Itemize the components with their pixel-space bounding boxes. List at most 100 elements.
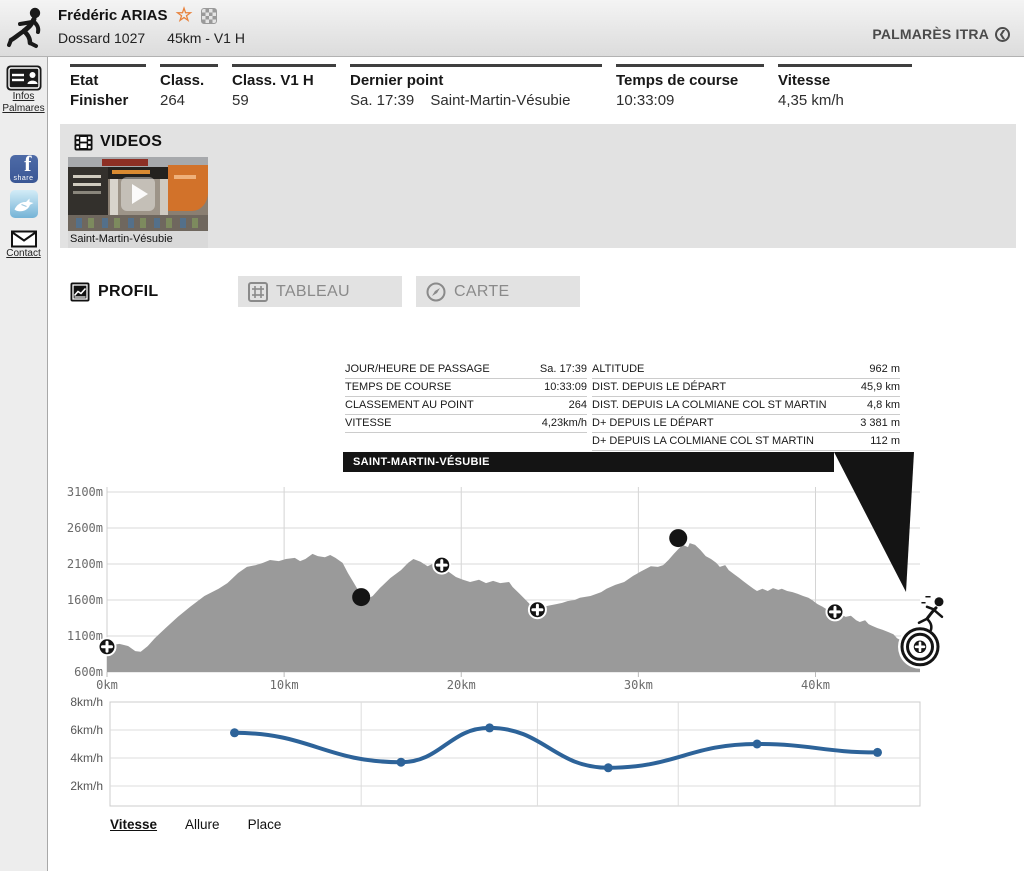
speed-point-marker[interactable] [753, 740, 762, 749]
table-row: D+ DEPUIS LE DÉPART3 381 m [592, 415, 900, 433]
stat-etat-value: Finisher [70, 92, 146, 109]
tab-profil[interactable]: PROFIL [60, 276, 224, 307]
stat-temps-value: 10:33:09 [616, 92, 764, 109]
elevation-ytick-label: 2600m [67, 521, 103, 535]
table-row: CLASSEMENT AU POINT264 [345, 397, 587, 415]
metric-link-allure[interactable]: Allure [185, 817, 220, 832]
speed-ytick-label: 2km/h [70, 779, 103, 793]
speed-point-marker[interactable] [485, 723, 494, 732]
sidebar-item-contact[interactable]: Contact [6, 248, 40, 260]
checkpoint-cross-marker[interactable] [826, 603, 843, 620]
facebook-share-button[interactable]: f share [10, 155, 38, 183]
distance-xtick-label: 0km [96, 678, 118, 692]
elevation-chart[interactable]: 3100m 2600m 2100m 1600m 1100m 600m0km 10km 20km… [0, 445, 1024, 695]
checkpoint-cross-marker[interactable] [433, 557, 450, 574]
checkpoint-dot-marker[interactable] [352, 588, 370, 606]
speed-point-marker[interactable] [230, 728, 239, 737]
table-row: JOUR/HEURE DE PASSAGESa. 17:39 [345, 361, 587, 379]
page: Frédéric ARIAS ☆ Dossard 1027 45km - V1 … [0, 0, 1024, 871]
runner-position-icon [919, 597, 944, 630]
film-icon [74, 134, 93, 151]
distance-xtick-label: 40km [801, 678, 830, 692]
speed-point-marker[interactable] [604, 763, 613, 772]
table-row: TEMPS DE COURSE10:33:09 [345, 379, 587, 397]
distance-xtick-label: 20km [447, 678, 476, 692]
table-row: ALTITUDE962 m [592, 361, 900, 379]
back-circle-icon: ❮ [995, 27, 1010, 42]
speed-ytick-label: 8km/h [70, 695, 103, 709]
favorite-star-icon[interactable]: ☆ [175, 6, 192, 25]
facebook-f-icon: f [24, 151, 31, 177]
facebook-share-label: share [10, 175, 38, 182]
metric-links: Vitesse Allure Place [110, 817, 281, 832]
tab-tableau[interactable]: TABLEAU [238, 276, 402, 307]
tab-carte-label: CARTE [454, 283, 509, 301]
stat-temps: Temps de course 10:33:09 [616, 64, 764, 109]
twitter-bird-icon [13, 196, 35, 213]
videos-section: VIDEOS Saint-Martin-Vésubie [60, 124, 1016, 248]
sidebar-item-infos[interactable]: Infos [13, 91, 35, 103]
metric-link-vitesse[interactable]: Vitesse [110, 817, 157, 832]
distance-xtick-label: 30km [624, 678, 653, 692]
tab-profil-label: PROFIL [98, 283, 158, 301]
table-row: DIST. DEPUIS LA COLMIANE COL ST MARTIN4,… [592, 397, 900, 415]
point-info-table-right: ALTITUDE962 m DIST. DEPUIS LE DÉPART45,9… [592, 361, 900, 451]
distance-xtick-label: 10km [270, 678, 299, 692]
videos-title: VIDEOS [100, 133, 162, 151]
header-bar: Frédéric ARIAS ☆ Dossard 1027 45km - V1 … [0, 0, 1024, 57]
speed-point-marker[interactable] [873, 748, 882, 757]
speed-line [235, 728, 878, 768]
elevation-area [107, 543, 920, 672]
table-row: DIST. DEPUIS LE DÉPART45,9 km [592, 379, 900, 397]
sidebar-item-palmares[interactable]: Palmares [2, 103, 44, 115]
race-category: 45km - V1 H [167, 30, 245, 46]
runner-stats-bar: Etat Finisher Class. 264 Class. V1 H 59 … [70, 64, 912, 109]
checkpoint-dot-marker[interactable] [669, 529, 687, 547]
palmares-itra-button[interactable]: PALMARÈS ITRA ❮ [872, 26, 1010, 42]
table-row: VITESSE4,23km/h [345, 415, 587, 433]
twitter-share-button[interactable] [10, 190, 38, 218]
play-icon [121, 177, 155, 211]
tooltip-pointer [834, 452, 914, 592]
checkpoint-cross-marker[interactable] [99, 638, 116, 655]
envelope-icon[interactable] [11, 230, 37, 248]
tab-carte[interactable]: CARTE [416, 276, 580, 307]
bib-number: Dossard 1027 [58, 30, 145, 46]
speed-ytick-label: 6km/h [70, 723, 103, 737]
elevation-ytick-label: 600m [74, 665, 103, 679]
speed-point-marker[interactable] [397, 758, 406, 767]
stat-vitesse-value: 4,35 km/h [778, 92, 912, 109]
table-grid-icon [248, 282, 268, 302]
stat-vitesse: Vitesse 4,35 km/h [778, 64, 912, 109]
race-checkered-icon[interactable] [201, 8, 217, 24]
speed-ytick-label: 4km/h [70, 751, 103, 765]
compass-icon [426, 282, 446, 302]
infos-card-icon[interactable] [6, 65, 42, 91]
runner-logo-icon[interactable] [7, 5, 49, 53]
video-thumbnail-image [68, 157, 208, 231]
point-info-table-left: JOUR/HEURE DE PASSAGESa. 17:39 TEMPS DE … [345, 361, 587, 433]
stat-classement-cat: Class. V1 H 59 [232, 64, 336, 109]
metric-link-place[interactable]: Place [248, 817, 282, 832]
stat-etat: Etat Finisher [70, 64, 146, 109]
video-thumbnail[interactable]: Saint-Martin-Vésubie [68, 157, 208, 248]
elevation-ytick-label: 3100m [67, 485, 103, 499]
palmares-itra-label: PALMARÈS ITRA [872, 26, 989, 42]
profile-chart-icon [70, 282, 90, 302]
checkpoint-cross-marker[interactable] [529, 601, 546, 618]
elevation-ytick-label: 1600m [67, 593, 103, 607]
speed-chart[interactable]: 8km/h 6km/h 4km/h 2km/h [0, 695, 1024, 813]
video-caption: Saint-Martin-Vésubie [68, 231, 208, 248]
runner-name: Frédéric ARIAS [58, 7, 167, 24]
view-tabs: PROFIL TABLEAU CARTE [60, 276, 580, 307]
stat-dernier-point-place: Saint-Martin-Vésubie [430, 92, 570, 109]
stat-dernier-point-time: Sa. 17:39 [350, 92, 414, 109]
stat-classement-cat-value: 59 [232, 92, 336, 109]
stat-dernier-point: Dernier point Sa. 17:39 Saint-Martin-Vés… [350, 64, 602, 109]
stat-classement: Class. 264 [160, 64, 218, 109]
elevation-ytick-label: 1100m [67, 629, 103, 643]
tab-tableau-label: TABLEAU [276, 283, 350, 301]
elevation-ytick-label: 2100m [67, 557, 103, 571]
stat-classement-value: 264 [160, 92, 218, 109]
finish-bullseye-marker[interactable] [898, 625, 942, 669]
